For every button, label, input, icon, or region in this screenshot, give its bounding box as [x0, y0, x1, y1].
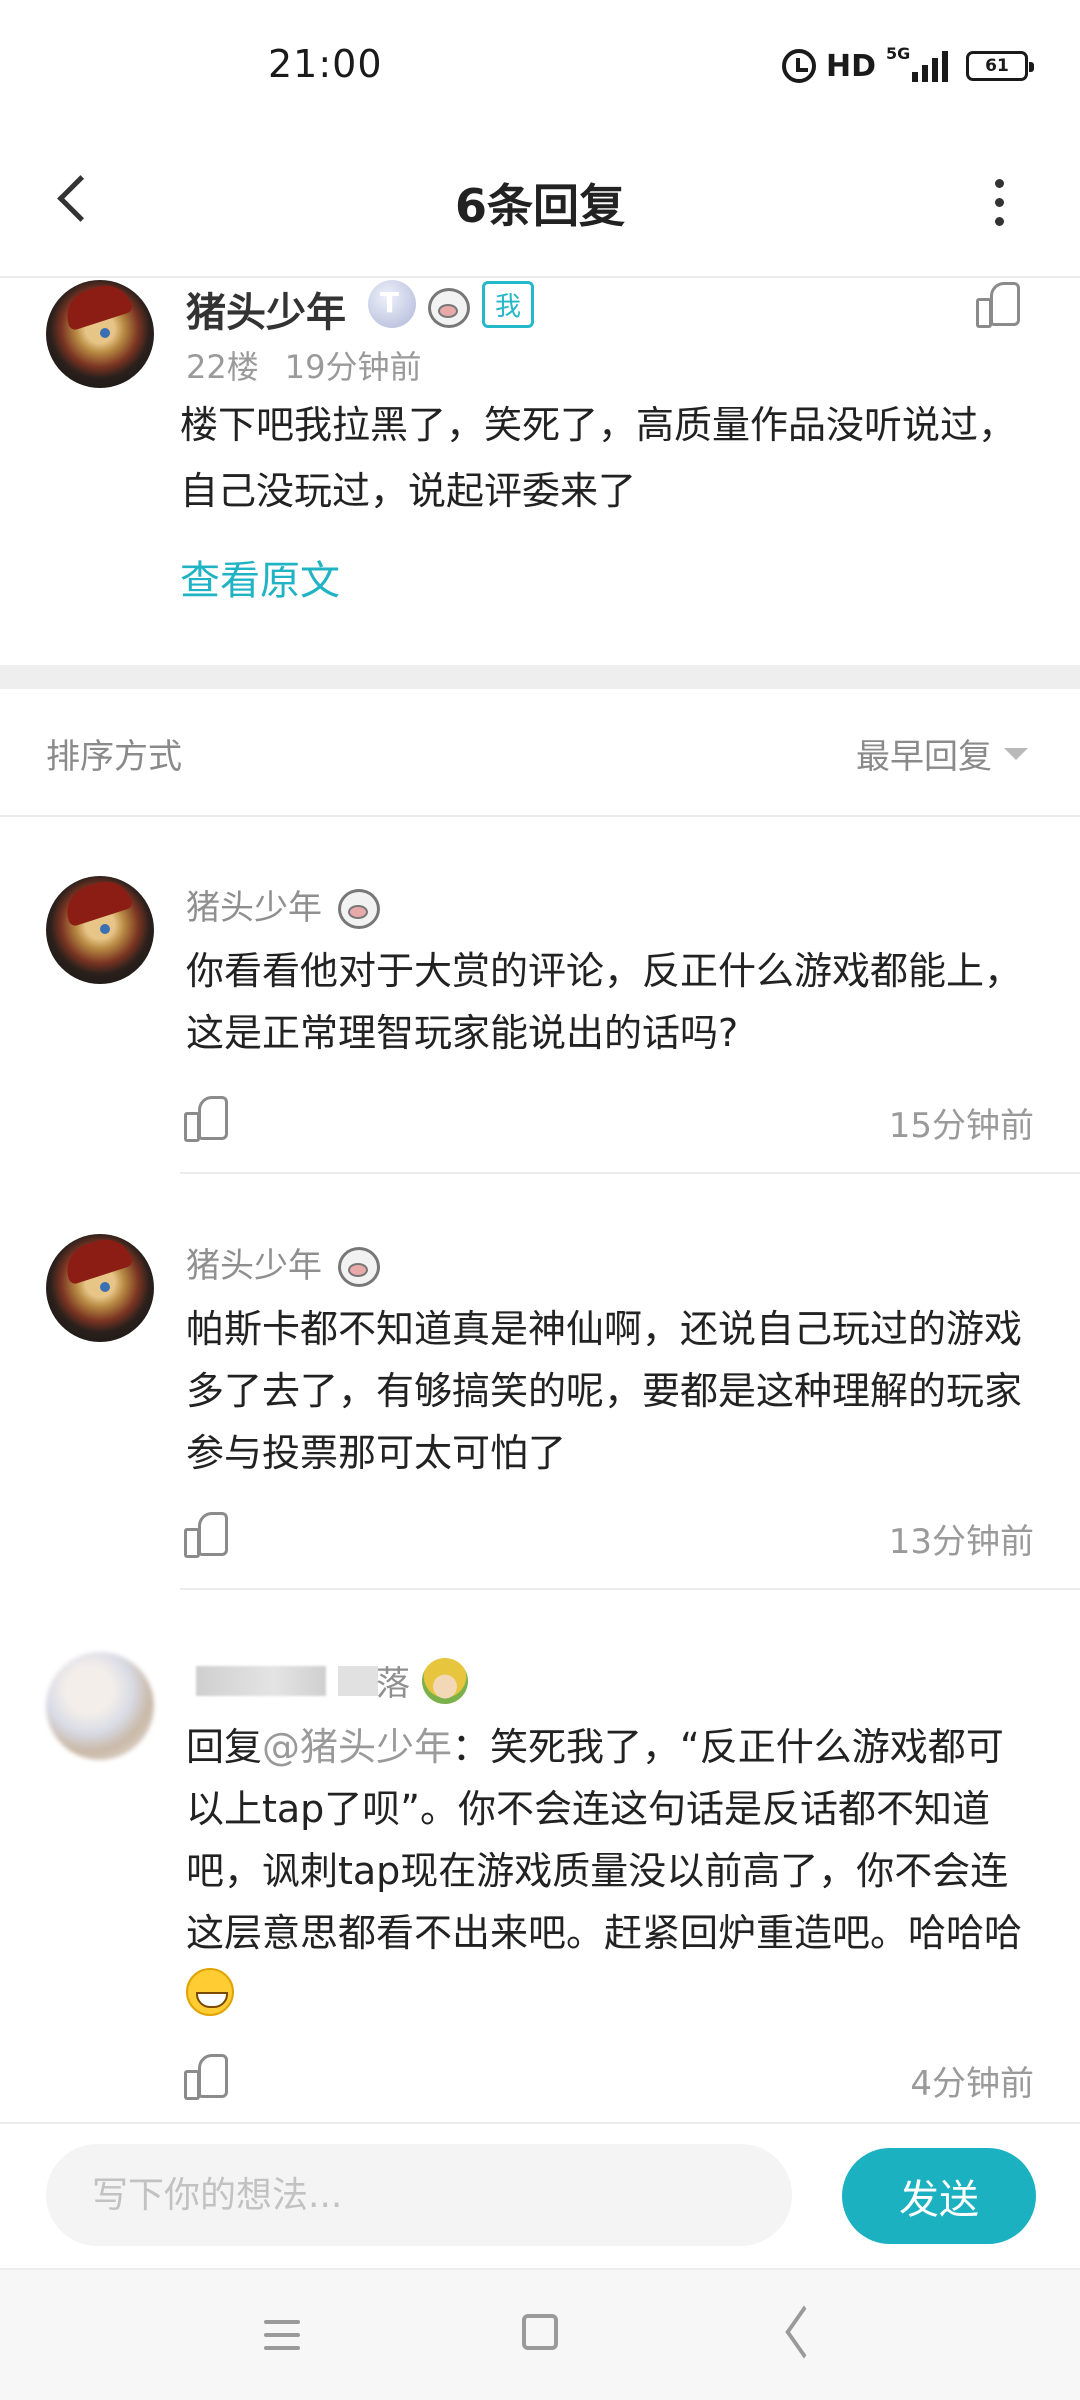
comment-time: 19分钟前 [284, 348, 422, 386]
author-name[interactable]: 猪头少年 [186, 280, 346, 338]
avatar[interactable] [46, 1652, 154, 1760]
reply-text: 回复@猪头少年：笑死我了，“反正什么游戏都可以上tap了呗”。你不会连这句话是反… [186, 1716, 1036, 2026]
reply-author-name: 猪头少年 [186, 888, 322, 928]
reply-prefix: 回复 [186, 1725, 263, 1769]
reply-author[interactable]: 落 [196, 1656, 468, 1705]
status-icons: HD 5G 61 [782, 44, 1035, 86]
title-bar: 6条回复 [0, 130, 1080, 278]
redacted-name [338, 1665, 378, 1696]
avatar[interactable] [46, 876, 154, 984]
sort-label: 排序方式 [46, 737, 182, 777]
send-button[interactable]: 发送 [842, 2148, 1036, 2244]
like-icon[interactable] [974, 280, 1020, 328]
page-title: 6条回复 [454, 179, 625, 233]
reply-author[interactable]: 猪头少年 [186, 880, 380, 929]
sort-bar: 排序方式 最早回复 [0, 689, 1080, 817]
reply-author-name: 猪头少年 [186, 1246, 322, 1286]
pig-badge-icon [334, 883, 380, 929]
battery-icon: 61 [966, 51, 1035, 81]
like-icon[interactable] [182, 2052, 228, 2100]
character-badge-icon [422, 1657, 468, 1704]
alarm-icon [782, 49, 816, 83]
more-options-icon[interactable] [984, 170, 1014, 234]
reply-author-name: 落 [376, 1664, 410, 1704]
signal-tag: 5G [886, 44, 911, 63]
reply-divider [180, 1588, 1080, 1590]
menu-icon[interactable] [264, 2320, 300, 2350]
reply-text: 你看看他对于大赏的评论，反正什么游戏都能上，这是正常理智玩家能说出的话吗? [186, 949, 1023, 1055]
sort-value: 最早回复 [856, 737, 992, 777]
view-original-link[interactable]: 查看原文 [180, 548, 340, 606]
section-divider [0, 665, 1080, 689]
caret-down-icon [1004, 747, 1028, 760]
redacted-name [196, 1665, 326, 1696]
battery-level: 61 [985, 56, 1009, 76]
author-badges: T 我 [368, 280, 535, 328]
avatar[interactable] [46, 1234, 154, 1342]
like-icon[interactable] [182, 1094, 228, 1142]
sort-dropdown[interactable]: 最早回复 [856, 729, 1028, 778]
me-badge: 我 [482, 280, 535, 328]
home-icon[interactable] [522, 2314, 558, 2350]
parent-comment: 猪头少年 T 我 22楼 19分钟前 楼下吧我拉黑了，笑死了，高质量作品没听说过，… [0, 280, 1080, 665]
comment-input[interactable] [46, 2144, 792, 2246]
pig-badge-icon [424, 282, 470, 328]
signal-icon: 5G [886, 44, 949, 82]
reply-time: 4分钟前 [910, 2064, 1034, 2104]
reply-item: 猪头少年 你看看他对于大赏的评论，反正什么游戏都能上，这是正常理智玩家能说出的话… [0, 876, 1080, 1176]
hd-indicator: HD [826, 48, 877, 84]
status-bar: 21:00 HD 5G 61 [0, 0, 1080, 130]
floor-number: 22楼 [186, 348, 259, 386]
composer-bar: 发送 [0, 2122, 1080, 2268]
status-time: 21:00 [268, 42, 383, 86]
reply-author[interactable]: 猪头少年 [186, 1238, 380, 1287]
reply-time: 15分钟前 [888, 1106, 1034, 1146]
comment-meta: 22楼 19分钟前 [186, 342, 421, 388]
reply-divider [180, 1172, 1080, 1174]
mention-link[interactable]: @猪头少年 [262, 1725, 452, 1769]
avatar[interactable] [46, 280, 154, 388]
reply-item: 落 回复@猪头少年：笑死我了，“反正什么游戏都可以上tap了呗”。你不会连这句话… [0, 1652, 1080, 2104]
comment-text: 楼下吧我拉黑了，笑死了，高质量作品没听说过，自己没玩过，说起评委来了 [180, 403, 1017, 513]
nav-back-icon[interactable] [780, 2312, 820, 2354]
reply-text: 帕斯卡都不知道真是神仙啊，还说自己玩过的游戏多了去了，有够搞笑的呢，要都是这种理… [186, 1307, 1023, 1475]
level-badge-icon: T [368, 280, 416, 328]
pig-badge-icon [334, 1241, 380, 1287]
system-nav-bar [0, 2268, 1080, 2400]
like-icon[interactable] [182, 1510, 228, 1558]
grin-emoji-icon [186, 1968, 234, 2016]
reply-item: 猪头少年 帕斯卡都不知道真是神仙啊，还说自己玩过的游戏多了去了，有够搞笑的呢，要… [0, 1234, 1080, 1594]
reply-time: 13分钟前 [888, 1522, 1034, 1562]
